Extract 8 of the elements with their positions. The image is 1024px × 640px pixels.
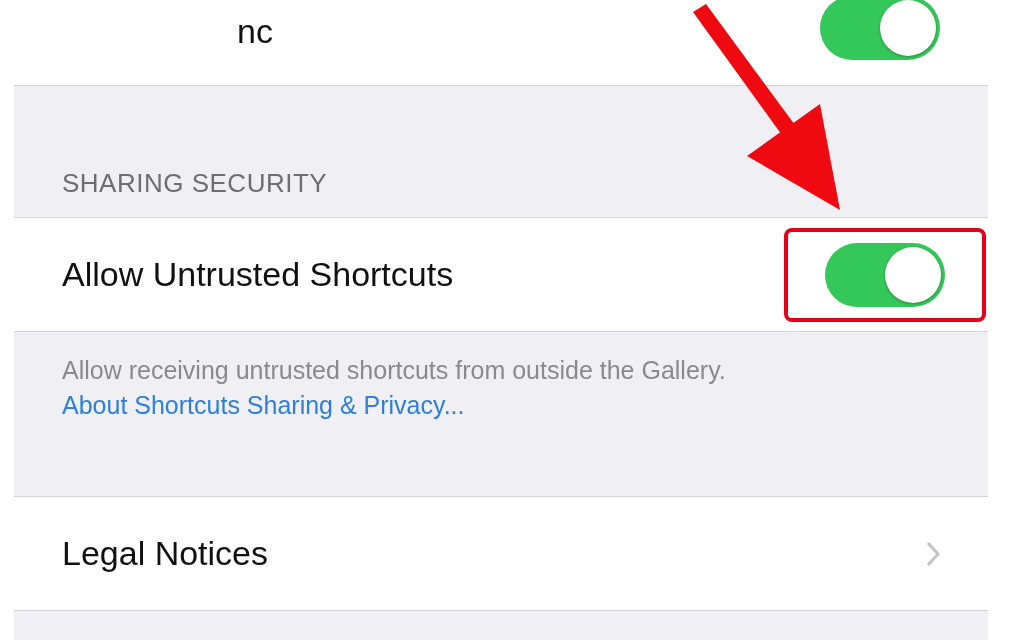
section-header: SHARING SECURITY [62, 168, 328, 199]
privacy-link[interactable]: About Shortcuts Sharing & Privacy... [62, 391, 940, 420]
footer-text: Allow receiving untrusted shortcuts from outside the Gallery. [62, 356, 727, 385]
toggle-switch[interactable] [820, 0, 940, 60]
row-label: Allow Untrusted Shortcuts [62, 255, 454, 294]
chevron-icon [926, 540, 940, 567]
row-label: nc [237, 12, 273, 51]
row-label: Legal Notices [62, 534, 268, 573]
